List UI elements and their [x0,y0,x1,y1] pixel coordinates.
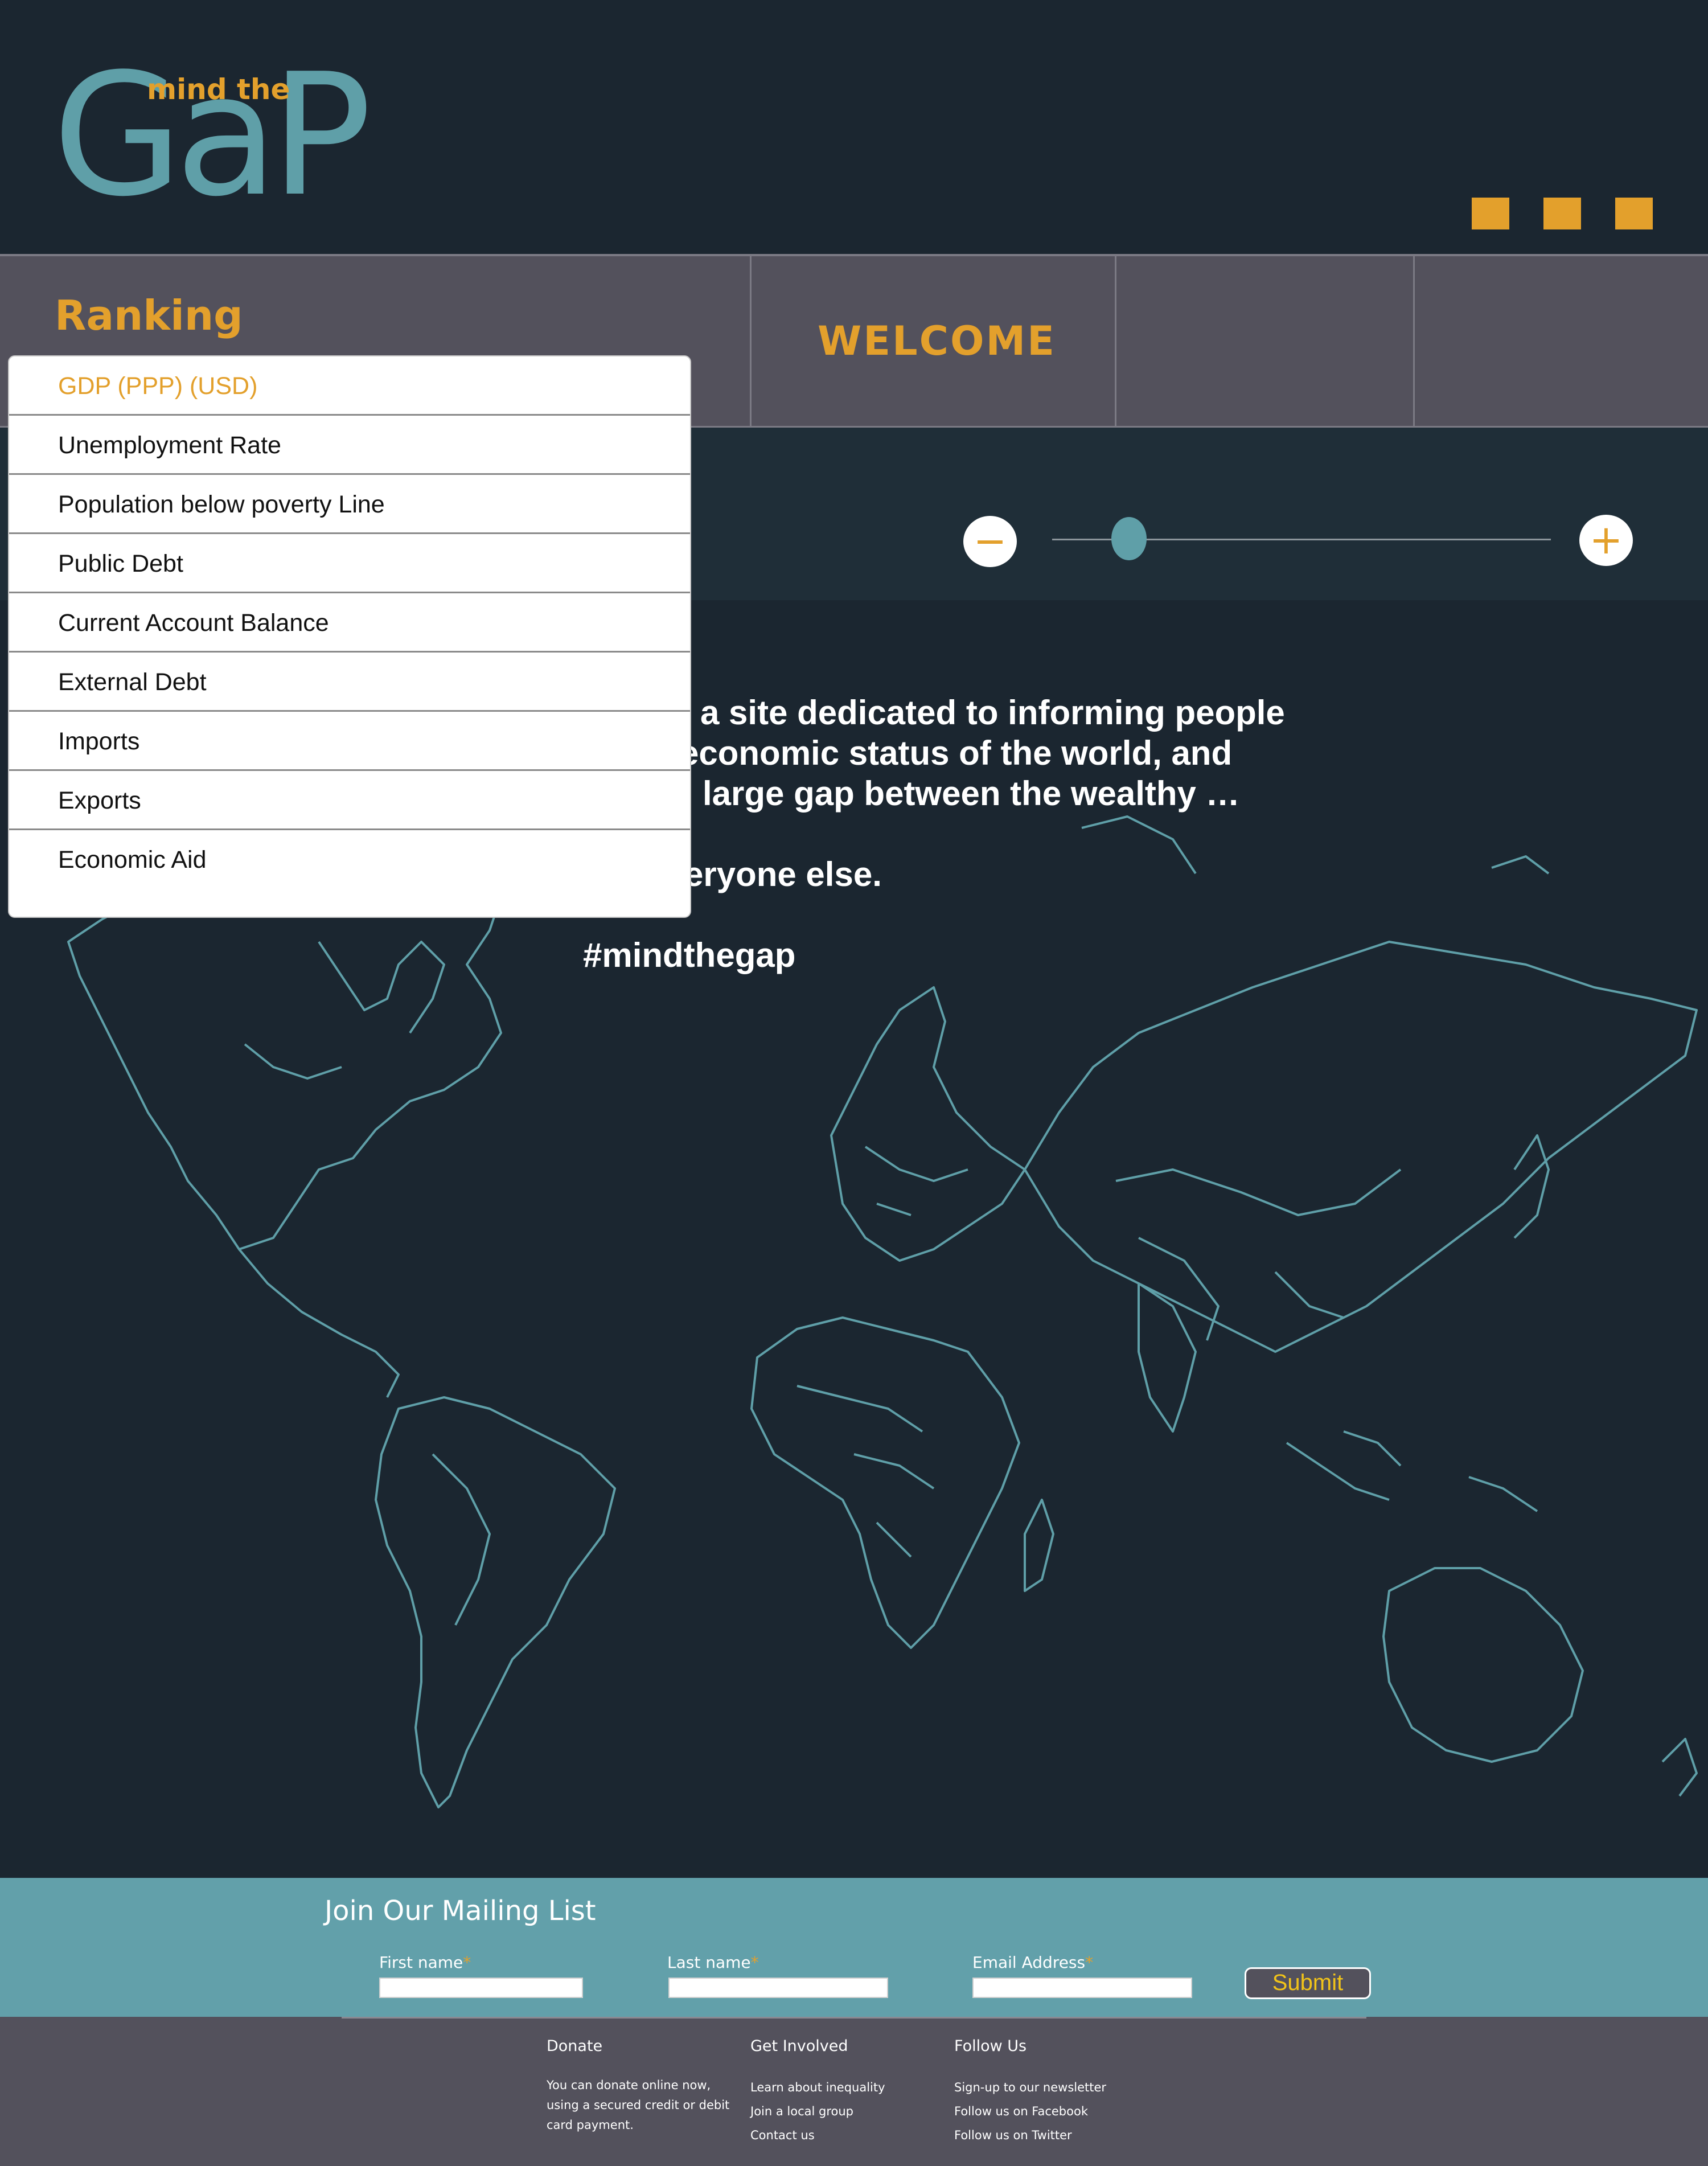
footer-col-follow-us: Follow Us Sign-up to our newsletter Foll… [954,2037,1106,2147]
map-new-zealand [1661,1738,1698,1797]
menu-squares-icon[interactable] [1472,198,1653,229]
nav-cell-empty-1[interactable] [1116,256,1415,426]
footer-link-contact[interactable]: Contact us [750,2123,885,2147]
intro-line-2: economic status of the world, and [680,734,1233,772]
map-asia-detail [1115,1168,1402,1341]
email-label: Email Address* [972,1953,1093,1972]
intro-line-4: eryone else. [684,855,882,893]
last-name-input[interactable] [668,1978,888,1998]
zoom-slider-thumb[interactable] [1111,517,1147,560]
ranking-dropdown[interactable]: GDP (PPP) (USD) Unemployment Rate Popula… [8,355,691,918]
first-name-label-text: First name [379,1953,463,1972]
intro-text: a site dedicated to informing people eco… [583,692,1323,895]
logo-tagline: mind the [147,73,290,106]
map-europe [830,986,1026,1262]
map-africa [750,1316,1020,1649]
ranking-option-poverty[interactable]: Population below poverty Line [9,475,690,534]
mailing-title: Join Our Mailing List [325,1895,596,1927]
footer-get-involved-title[interactable]: Get Involved [750,2037,885,2055]
hashtag: #mindthegap [583,936,796,974]
map-south-america-detail [432,1453,491,1626]
zoom-in-button[interactable]: + [1579,515,1633,566]
ranking-option-economic-aid[interactable]: Economic Aid [9,830,690,889]
site-footer: Donate You can donate online now, using … [0,2017,1708,2166]
site-logo[interactable]: GaP mind the [52,51,372,220]
last-name-label: Last name* [667,1953,759,1972]
nav-cell-empty-2[interactable] [1415,256,1708,426]
menu-square[interactable] [1543,198,1581,229]
footer-link-learn[interactable]: Learn about inequality [750,2075,885,2099]
map-australia [1382,1567,1584,1763]
submit-button[interactable]: Submit [1245,1967,1371,1999]
map-south-america [375,1396,616,1808]
email-label-text: Email Address [972,1953,1086,1972]
footer-donate-text: You can donate online now, using a secur… [547,2078,730,2132]
ranking-option-exports[interactable]: Exports [9,771,690,830]
map-madagascar [1024,1499,1054,1592]
required-marker: * [463,1953,471,1972]
menu-square[interactable] [1615,198,1653,229]
map-europe-detail [864,1146,968,1216]
footer-divider [342,2017,1366,2019]
map-indonesia [1286,1430,1538,1512]
required-marker: * [750,1953,759,1972]
required-marker: * [1085,1953,1094,1972]
footer-col-donate: Donate You can donate online now, using … [547,2037,740,2135]
first-name-input[interactable] [379,1978,583,1998]
zoom-out-button[interactable]: − [963,516,1017,567]
footer-link-twitter[interactable]: Follow us on Twitter [954,2123,1106,2147]
ranking-option-public-debt[interactable]: Public Debt [9,534,690,593]
map-north-america-detail [244,941,445,1080]
ranking-option-imports[interactable]: Imports [9,712,690,771]
footer-col-get-involved: Get Involved Learn about inequality Join… [750,2037,885,2147]
ranking-option-external-debt[interactable]: External Debt [9,653,690,712]
map-central-america [238,1248,400,1398]
intro-line-1: a site dedicated to informing people [700,694,1285,732]
site-header: GaP mind the [0,0,1708,254]
footer-link-newsletter[interactable]: Sign-up to our newsletter [954,2075,1106,2099]
nav-welcome-label[interactable]: WELCOME [818,318,1056,364]
nav-ranking-label[interactable]: Ranking [55,292,243,339]
email-input[interactable] [972,1978,1192,1998]
footer-donate-title[interactable]: Donate [547,2037,740,2055]
map-asia [1024,941,1698,1353]
intro-line-3: large gap between the wealthy … [703,774,1240,813]
first-name-label: First name* [379,1953,471,1972]
map-africa-detail [796,1385,935,1558]
ranking-option-gdp[interactable]: GDP (PPP) (USD) [9,356,690,416]
ranking-option-unemployment[interactable]: Unemployment Rate [9,416,690,475]
footer-follow-us-title[interactable]: Follow Us [954,2037,1106,2055]
ranking-option-current-account[interactable]: Current Account Balance [9,593,690,653]
footer-link-join-group[interactable]: Join a local group [750,2099,885,2123]
last-name-label-text: Last name [667,1953,751,1972]
footer-link-facebook[interactable]: Follow us on Facebook [954,2099,1106,2123]
nav-cell-welcome[interactable]: WELCOME [752,256,1116,426]
map-india [1138,1282,1197,1433]
mailing-list-section: Join Our Mailing List First name* Last n… [0,1878,1708,2017]
menu-square[interactable] [1472,198,1509,229]
